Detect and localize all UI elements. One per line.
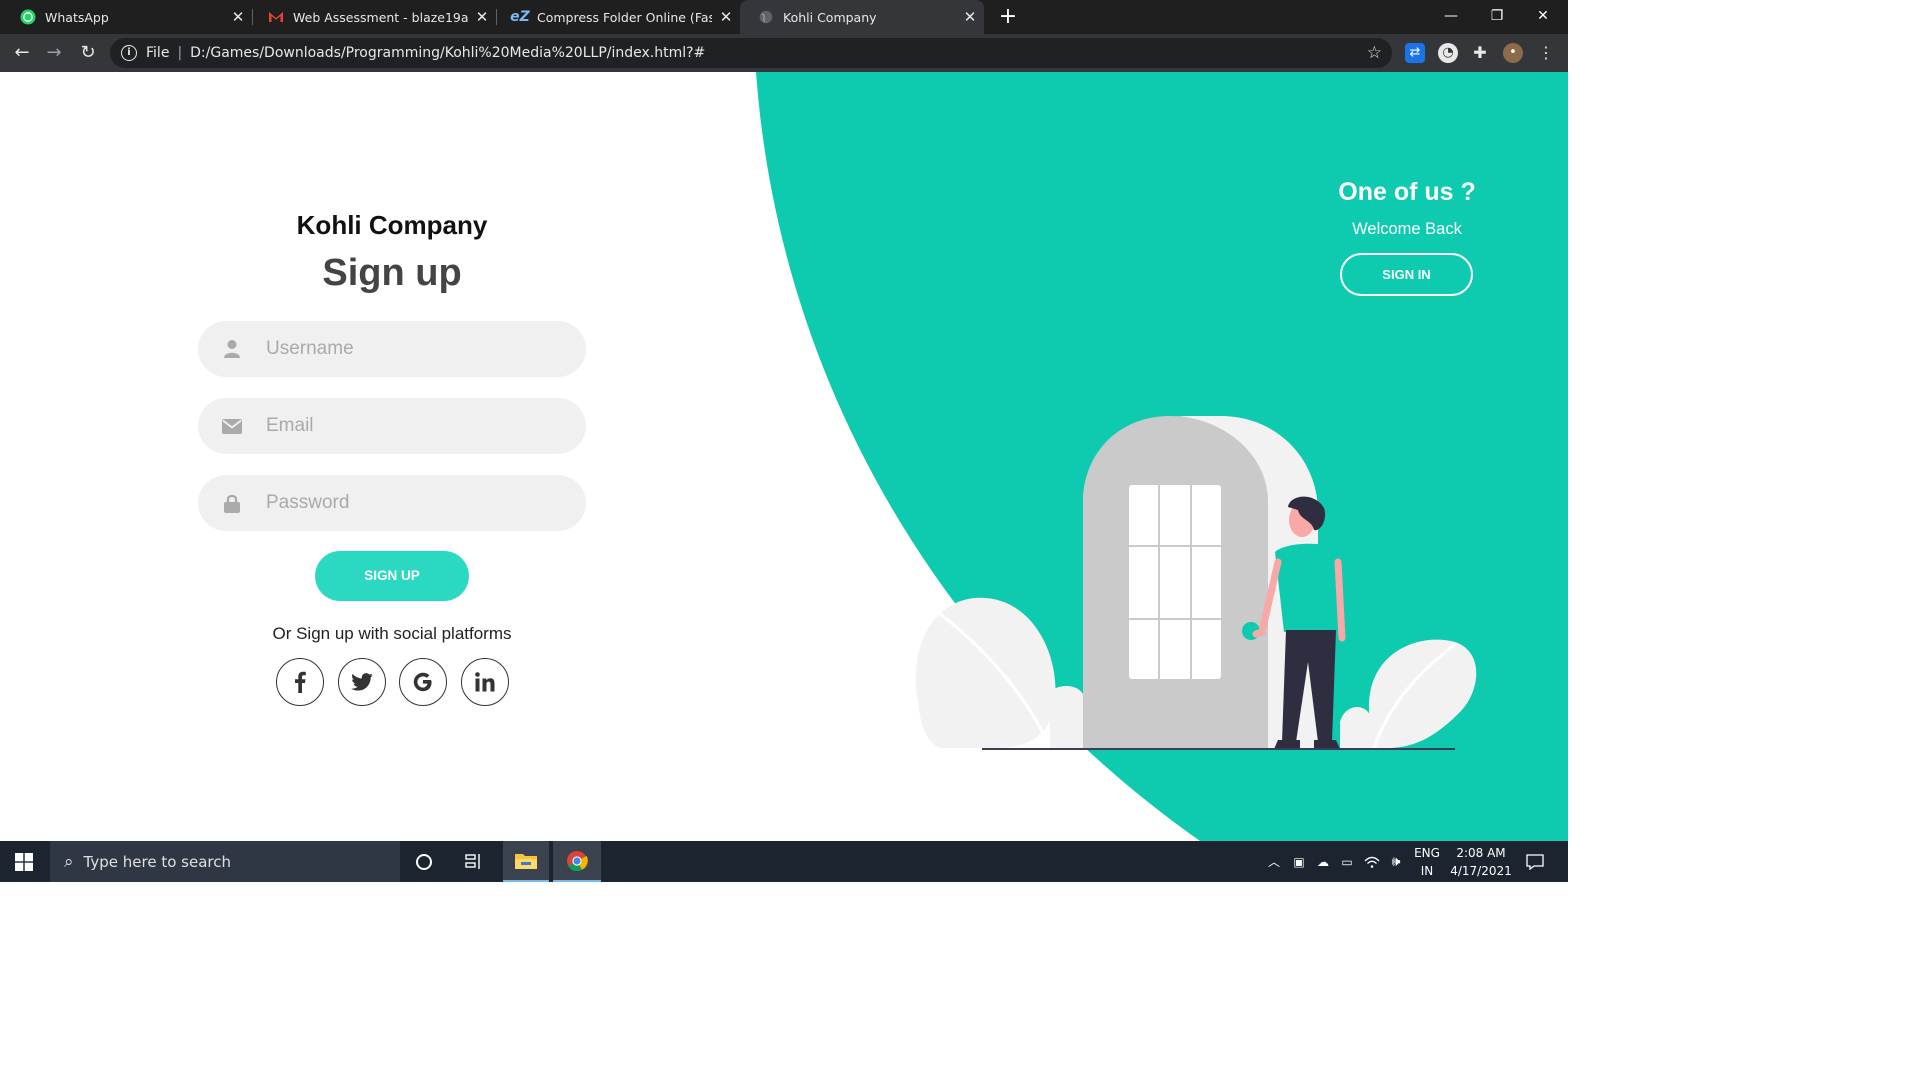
user-icon — [198, 339, 266, 359]
google-button[interactable] — [399, 658, 447, 706]
chrome-icon[interactable] — [553, 841, 601, 882]
battery-icon[interactable]: ▭ — [1336, 841, 1358, 882]
url-text[interactable]: D:/Games/Downloads/Programming/Kohli%20M… — [190, 45, 705, 61]
extension-translate-icon[interactable]: ⇄ — [1405, 43, 1425, 63]
facebook-button[interactable] — [276, 658, 324, 706]
reload-icon[interactable]: ↻ — [76, 41, 100, 65]
email-field[interactable] — [198, 398, 586, 454]
password-field[interactable] — [198, 475, 586, 531]
username-field[interactable] — [198, 321, 586, 377]
twitter-icon — [351, 673, 373, 691]
linkedin-icon — [475, 672, 495, 692]
onedrive-cloud-icon[interactable]: ☁ — [1312, 841, 1334, 882]
close-window-button[interactable]: ✕ — [1520, 0, 1566, 34]
file-explorer-icon[interactable] — [503, 841, 549, 882]
menu-kebab-icon[interactable]: ⋮ — [1536, 43, 1556, 63]
close-icon[interactable]: ✕ — [224, 8, 252, 26]
taskbar-clock[interactable]: 2:08 AM 4/17/2021 — [1446, 844, 1516, 880]
task-view-icon[interactable] — [451, 841, 497, 882]
lang-bottom: IN — [1420, 864, 1434, 878]
signin-button[interactable]: SIGN IN — [1340, 253, 1473, 296]
tab-gmail[interactable]: Web Assessment - blaze19axle@ ✕ — [250, 0, 496, 34]
close-icon[interactable]: ✕ — [468, 8, 496, 26]
address-bar[interactable]: i File | D:/Games/Downloads/Programming/… — [110, 38, 1392, 68]
tab-title: Compress Folder Online (Fast!) — [537, 9, 712, 25]
close-icon[interactable]: ✕ — [712, 8, 740, 26]
close-icon[interactable]: ✕ — [956, 8, 984, 26]
ezyzip-icon: eZ — [510, 9, 530, 25]
clock-time: 2:08 AM — [1456, 846, 1506, 860]
wifi-icon[interactable] — [1360, 841, 1384, 882]
tab-title: WhatsApp — [45, 9, 109, 25]
address-divider: | — [177, 45, 183, 61]
clock-date: 4/17/2021 — [1450, 864, 1512, 878]
linkedin-button[interactable] — [461, 658, 509, 706]
forward-icon[interactable]: → — [42, 41, 66, 65]
restore-button[interactable]: ❐ — [1474, 0, 1520, 34]
tab-kohli-company[interactable]: Kohli Company ✕ — [740, 0, 984, 34]
globe-icon — [758, 9, 774, 25]
cortana-icon[interactable] — [401, 841, 447, 882]
lock-icon — [198, 494, 266, 513]
back-icon[interactable]: ← — [10, 41, 34, 65]
email-input[interactable] — [266, 415, 566, 437]
language-indicator[interactable]: ENG IN — [1410, 844, 1444, 880]
browser-tab-strip: WhatsApp ✕ Web Assessment - blaze19axle@… — [0, 0, 1568, 34]
page-content: Kohli Company Sign up SIGN UP Or Sign up… — [0, 72, 1568, 841]
door-person-illustration — [915, 416, 1477, 750]
company-name: Kohli Company — [296, 210, 488, 240]
tab-title: Web Assessment - blaze19axle@ — [293, 9, 468, 25]
profile-avatar[interactable]: • — [1503, 43, 1523, 63]
facebook-icon — [295, 671, 306, 693]
notification-center-icon[interactable] — [1520, 841, 1550, 882]
info-icon[interactable]: i — [121, 45, 137, 61]
bookmark-star-icon[interactable]: ☆ — [1367, 43, 1382, 63]
username-input[interactable] — [266, 338, 566, 360]
lang-top: ENG — [1414, 846, 1440, 860]
social-prompt: Or Sign up with social platforms — [272, 624, 512, 643]
protocol-label: File — [146, 45, 170, 61]
tab-whatsapp[interactable]: WhatsApp ✕ — [2, 0, 252, 34]
whatsapp-icon — [20, 9, 36, 25]
search-placeholder: Type here to search — [83, 852, 231, 871]
panel-title: One of us ? — [1338, 178, 1476, 206]
tab-compress[interactable]: eZ Compress Folder Online (Fast!) ✕ — [494, 0, 740, 34]
windows-start-button[interactable] — [0, 841, 48, 882]
windows-taskbar: ⌕ Type here to search ︿ ▣ ☁ ▭ 🕪 ENG IN 2… — [0, 841, 1568, 882]
password-input[interactable] — [266, 492, 566, 514]
envelope-icon — [198, 418, 266, 434]
extensions-puzzle-icon[interactable]: ✚ — [1470, 43, 1490, 63]
search-icon: ⌕ — [64, 851, 74, 872]
tray-chevron-up-icon[interactable]: ︿ — [1264, 841, 1284, 882]
minimize-button[interactable]: — — [1428, 0, 1474, 34]
signup-button[interactable]: SIGN UP — [315, 551, 469, 601]
new-tab-button[interactable]: + — [996, 4, 1020, 30]
volume-icon[interactable]: 🕪 — [1385, 841, 1407, 882]
taskbar-search-box[interactable]: ⌕ Type here to search — [50, 841, 400, 882]
tab-title: Kohli Company — [783, 9, 877, 25]
tray-device-icon[interactable]: ▣ — [1288, 841, 1310, 882]
google-icon — [413, 672, 432, 692]
page-title: Sign up — [322, 252, 462, 294]
gmail-icon — [268, 9, 284, 25]
windows-logo-icon — [15, 852, 33, 871]
panel-subtitle: Welcome Back — [1352, 220, 1462, 238]
browser-toolbar: ← → ↻ i File | D:/Games/Downloads/Progra… — [0, 34, 1568, 72]
twitter-button[interactable] — [338, 658, 386, 706]
extension-shield-icon[interactable]: ◔ — [1438, 43, 1458, 63]
